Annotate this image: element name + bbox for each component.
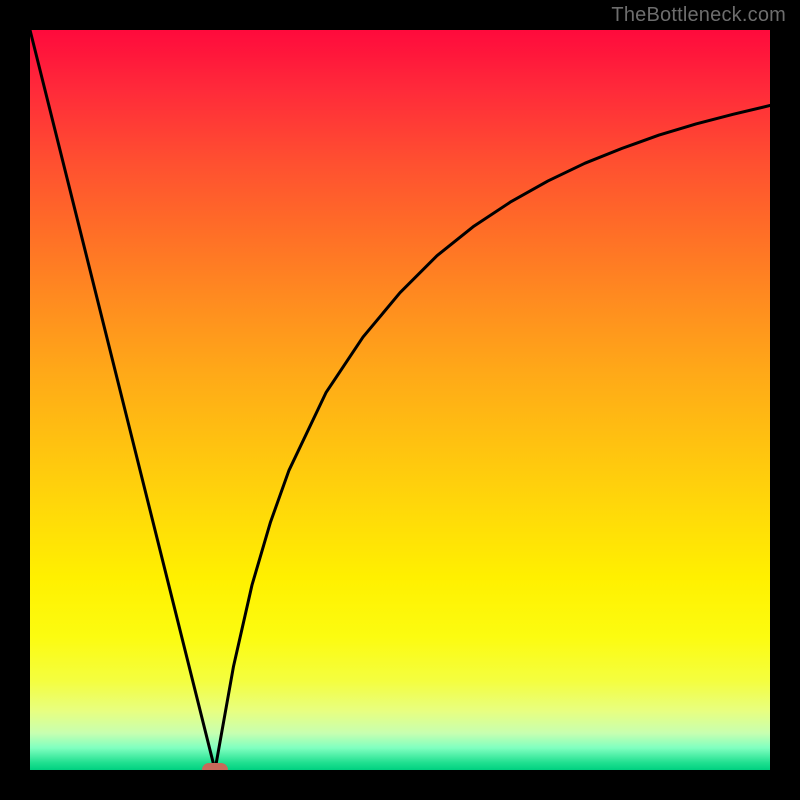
plot-area: [30, 30, 770, 770]
minimum-marker: [202, 763, 228, 770]
series-left-branch: [30, 30, 215, 770]
watermark-text: TheBottleneck.com: [611, 4, 786, 27]
curve-lines: [30, 30, 770, 770]
series-right-branch: [215, 105, 770, 770]
chart-frame: TheBottleneck.com: [0, 0, 800, 800]
curve-svg: [30, 30, 770, 770]
